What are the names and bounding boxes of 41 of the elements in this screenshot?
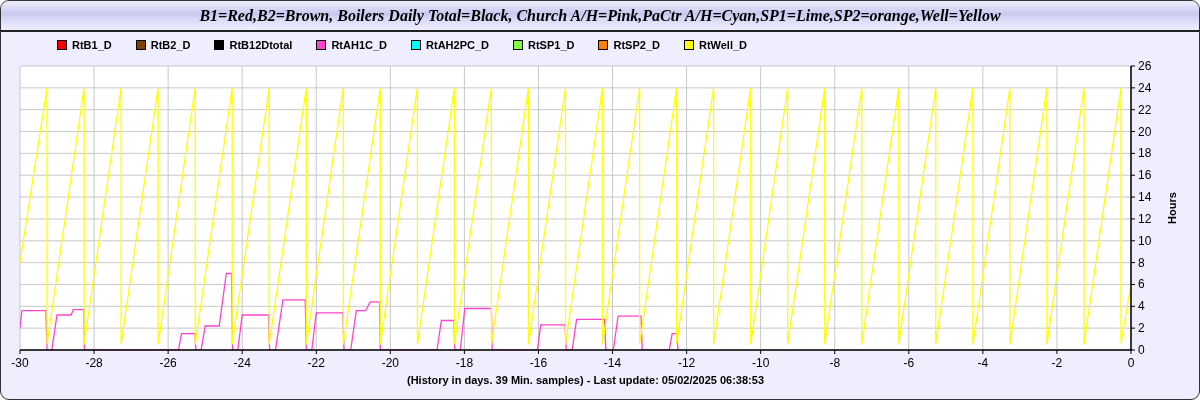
tick-label: -16: [529, 356, 548, 370]
tick-label: 24: [1138, 80, 1152, 95]
tick-label: 4: [1138, 299, 1145, 314]
tick-label: -28: [85, 356, 103, 370]
window-title: B1=Red,B2=Brown, Boilers Daily Total=Black, Church A/H=Pink,PaCtr A/H=Cyan,SP1=Lime,SP2=orange,Well=Yellow: [199, 6, 1001, 25]
tick-label: -18: [455, 356, 474, 370]
tick-label: -20: [381, 356, 399, 370]
tick-label: 2: [1138, 321, 1145, 336]
tick-label: 14: [1138, 190, 1152, 205]
legend-label: RtAH1C_D: [331, 39, 388, 51]
tick-label: -14: [603, 356, 622, 370]
tick-label: 12: [1138, 211, 1152, 226]
tick-label: -2: [1051, 356, 1063, 370]
legend-label: RtWell_D: [698, 39, 748, 51]
tick-label: 26: [1138, 59, 1152, 73]
tick-label: 16: [1138, 168, 1152, 183]
legend-label: RtSP2_D: [613, 39, 660, 51]
tick-label: -4: [977, 356, 989, 370]
axis-title: (History in days. 39 Min. samples) - Last update: 05/02/2025 06:38:53: [407, 374, 764, 386]
legend-label: RtAH2PC_D: [426, 39, 489, 51]
tick-label: 20: [1138, 124, 1152, 139]
tick-label: -22: [307, 356, 325, 370]
axis-title: Hours: [1166, 192, 1178, 224]
tick-label: -30: [11, 356, 29, 370]
legend-label: RtSP1_D: [528, 39, 575, 51]
tick-label: -8: [829, 356, 841, 370]
tick-label: 10: [1138, 233, 1152, 248]
legend-label: RtB12Dtotal: [229, 39, 293, 51]
tick-label: 0: [1127, 356, 1135, 370]
tick-label: 8: [1138, 255, 1145, 270]
tick-label: -26: [159, 356, 177, 370]
tick-label: 6: [1138, 277, 1145, 292]
tick-label: 18: [1138, 146, 1152, 161]
tick-label: -10: [752, 356, 770, 370]
tick-label: -24: [233, 356, 251, 370]
tick-label: -6: [903, 356, 915, 370]
legend-label: RtB1_D: [72, 39, 112, 51]
tick-label: 0: [1138, 343, 1145, 357]
tick-label: 22: [1138, 102, 1152, 117]
legend-label: RtB2_D: [150, 39, 191, 51]
tick-label: -12: [677, 356, 696, 370]
